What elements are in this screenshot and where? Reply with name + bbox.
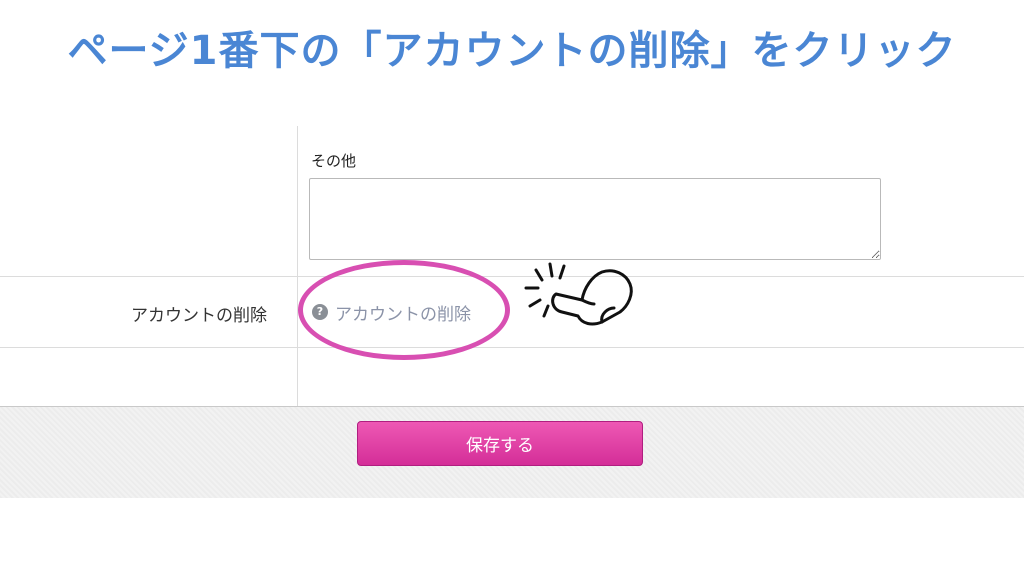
form-row-empty <box>0 348 1024 407</box>
form-row-other: その他 <box>0 126 1024 277</box>
other-textarea[interactable] <box>309 178 881 260</box>
delete-account-link[interactable]: アカウントの削除 <box>335 300 471 325</box>
settings-form: その他 アカウントの削除 ? アカウントの削除 保存する <box>0 126 1024 498</box>
form-footer: 保存する <box>0 407 1024 498</box>
save-button[interactable]: 保存する <box>357 421 643 466</box>
label-column <box>0 348 298 406</box>
question-circle-icon: ? <box>312 304 328 320</box>
other-field-label: その他 <box>311 152 357 170</box>
label-column <box>0 126 298 276</box>
delete-account-row-label: アカウントの削除 <box>131 306 267 326</box>
instruction-headline: ページ1番下の「アカウントの削除」をクリック <box>67 28 957 74</box>
form-row-delete-account: アカウントの削除 ? アカウントの削除 <box>0 277 1024 348</box>
